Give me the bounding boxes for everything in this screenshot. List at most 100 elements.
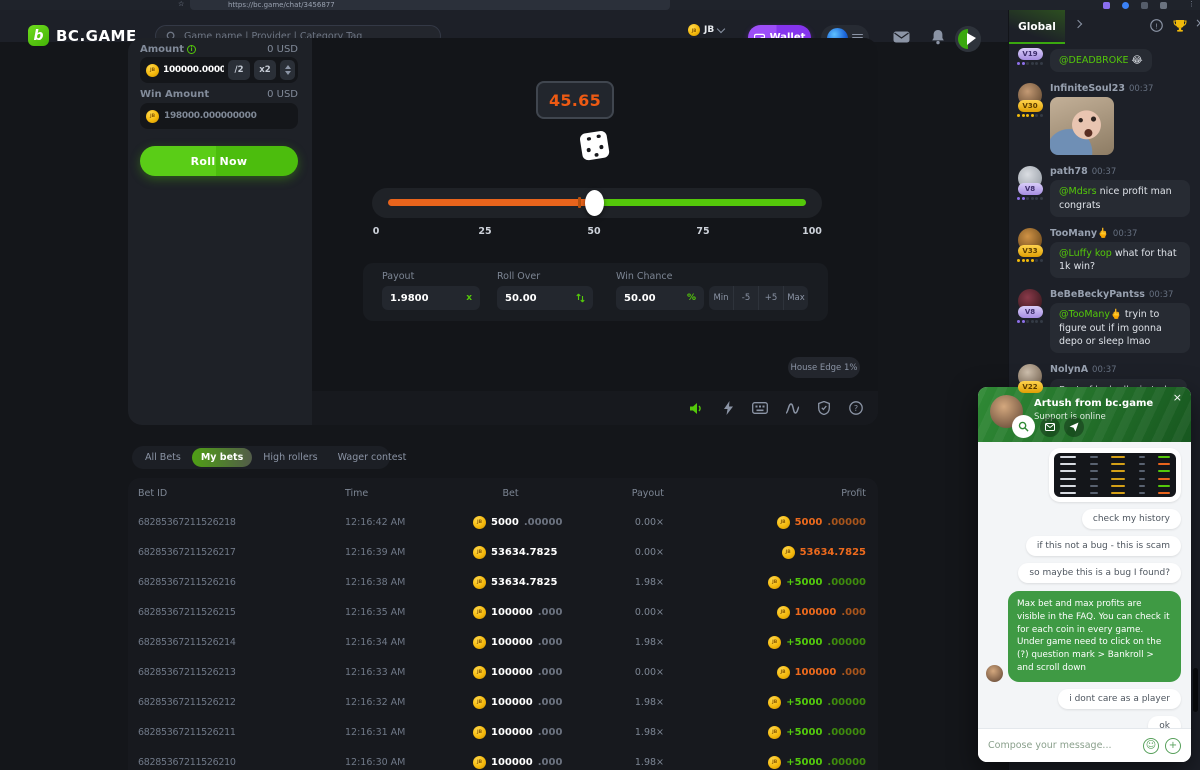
tab-my-bets[interactable]: My bets <box>192 448 252 467</box>
table-row[interactable]: 6828536721152621612:16:38 AMJB53634.7825… <box>128 568 878 598</box>
mail-icon[interactable] <box>893 31 910 43</box>
table-row[interactable]: 6828536721152621712:16:39 AMJB53634.7825… <box>128 538 878 568</box>
bet-profit: JB+5000.00000 <box>768 756 866 769</box>
payout-label: Payout <box>382 271 414 282</box>
win-chance-input[interactable]: 50.00 % <box>616 286 704 310</box>
scale-0: 0 <box>361 226 391 237</box>
chevron-down-icon <box>717 24 725 32</box>
turbo-icon[interactable] <box>720 400 736 416</box>
support-telegram-button[interactable] <box>1064 417 1084 437</box>
agent-avatar <box>986 665 1003 682</box>
extension-icon[interactable] <box>1103 2 1110 9</box>
chat-message: V33TooMany🖕00:37@Luffy kop what for that… <box>1017 228 1193 279</box>
sound-icon[interactable] <box>688 400 704 416</box>
tab-all-bets[interactable]: All Bets <box>136 448 190 467</box>
table-row[interactable]: 6828536721152621212:16:32 AMJB100000.000… <box>128 688 878 718</box>
compose-input[interactable]: Compose your message... <box>988 740 1137 751</box>
amount-stepper[interactable] <box>280 60 295 80</box>
bet-amount-input[interactable]: JB 100000.00000000 /2 x2 <box>140 57 298 83</box>
vip-badge: V8 <box>1018 183 1043 195</box>
support-user-bubble: check my history <box>1082 509 1181 529</box>
jb-coin-icon: JB <box>473 546 486 559</box>
bet-time: 12:16:38 AM <box>345 577 405 588</box>
chat-tab-global[interactable]: Global <box>1009 10 1065 44</box>
bet-payout: 0.00× <box>608 547 664 558</box>
fairness-icon[interactable] <box>816 400 832 416</box>
roll-over-value: 50.00 <box>505 293 537 304</box>
payout-input[interactable]: 1.9800 x <box>382 286 480 310</box>
support-close-icon[interactable]: × <box>1173 391 1182 404</box>
bcgame-logo[interactable]: b BC.GAME <box>28 25 137 46</box>
vip-progress <box>1017 320 1043 323</box>
double-bet-button[interactable]: x2 <box>254 60 276 80</box>
bet-time: 12:16:34 AM <box>345 637 405 648</box>
roll-now-button[interactable]: Roll Now <box>140 146 298 176</box>
jb-coin-icon: JB <box>473 696 486 709</box>
tab-high-rollers[interactable]: High rollers <box>254 448 326 467</box>
chat-info-icon[interactable]: ! <box>1150 19 1163 32</box>
jb-coin-icon: JB <box>146 64 159 77</box>
bet-payout: 1.98× <box>608 697 664 708</box>
vip-column: V8 <box>1017 166 1043 217</box>
page-scrollbar-thumb[interactable] <box>1193 668 1198 712</box>
plus-5-button[interactable]: +5 <box>758 286 783 310</box>
table-row[interactable]: 6828536721152621412:16:34 AMJB100000.000… <box>128 628 878 658</box>
bet-dim: .000 <box>538 697 563 708</box>
amount-usd: 0 USD <box>267 44 298 55</box>
bet-profit: JB+5000.00000 <box>768 696 866 709</box>
profit-main: 53634.7825 <box>800 547 866 558</box>
table-row[interactable]: 6828536721152621812:16:42 AMJB5000.00000… <box>128 508 878 538</box>
support-chat-launcher[interactable] <box>955 26 981 52</box>
roll-over-input[interactable]: 50.00 <box>497 286 593 310</box>
bet-profit: JB53634.7825 <box>782 546 866 559</box>
notifications-bell-icon[interactable] <box>931 29 945 45</box>
bcgame-logo-text: BC.GAME <box>56 27 137 45</box>
bets-table: Bet ID Time Bet Payout Profit 6828536721… <box>128 478 878 770</box>
table-row[interactable]: 6828536721152621512:16:35 AMJB100000.000… <box>128 598 878 628</box>
bet-payout: 1.98× <box>608 757 664 768</box>
chat-message-body: InfiniteSoul2300:37 <box>1050 83 1193 155</box>
emoji-icon[interactable]: ☺ <box>1143 738 1159 754</box>
chat-header: Global ! × <box>1009 10 1200 44</box>
chat-close-icon[interactable]: × <box>1195 16 1200 30</box>
amount-label: Amounti <box>140 44 196 55</box>
profit-main: +5000 <box>786 727 822 738</box>
mention-link: @Luffy kop <box>1059 248 1112 259</box>
support-search-button[interactable] <box>1012 415 1035 438</box>
chevron-right-icon[interactable] <box>1074 20 1082 28</box>
win-amount-input[interactable]: JB 198000.000000000 <box>140 103 298 129</box>
extension-icon[interactable] <box>1160 2 1167 9</box>
bet-id: 68285367211526210 <box>138 757 236 768</box>
bet-amount: JB5000.00000 <box>473 516 562 529</box>
table-row[interactable]: 6828536721152621112:16:31 AMJB100000.000… <box>128 718 878 748</box>
bet-payout: 0.00× <box>608 517 664 528</box>
extension-icon[interactable] <box>1141 2 1148 9</box>
bookmark-icon[interactable]: ☆ <box>178 0 184 8</box>
table-row[interactable]: 6828536721152621312:16:33 AMJB100000.000… <box>128 658 878 688</box>
support-email-button[interactable] <box>1040 417 1060 437</box>
bets-table-header: Bet ID Time Bet Payout Profit <box>128 478 878 508</box>
trends-icon[interactable] <box>784 400 800 416</box>
roll-slider-handle[interactable] <box>585 190 604 216</box>
min-button[interactable]: Min <box>709 286 733 310</box>
vip-progress <box>1017 259 1043 262</box>
bets-table-screenshot <box>1054 453 1176 497</box>
half-bet-button[interactable]: /2 <box>228 60 250 80</box>
support-user-bubble: i dont care as a player <box>1058 689 1181 709</box>
trophy-icon[interactable] <box>1173 19 1187 33</box>
attach-plus-icon[interactable]: + <box>1165 738 1181 754</box>
bet-main: 100000 <box>491 667 533 678</box>
table-row[interactable]: 6828536721152621012:16:30 AMJB100000.000… <box>128 748 878 770</box>
max-button[interactable]: Max <box>783 286 808 310</box>
url-bar[interactable]: https://bc.game/chat/3456877 <box>190 0 670 10</box>
svg-text:?: ? <box>854 404 858 413</box>
support-header: Artush from bc.game Support is online × <box>978 387 1191 442</box>
extension-icon[interactable] <box>1122 2 1129 9</box>
hotkeys-icon[interactable] <box>752 400 768 416</box>
browser-menu-icon[interactable]: ⋮ <box>1188 0 1195 8</box>
chat-message: V30InfiniteSoul2300:37 <box>1017 83 1193 155</box>
minus-5-button[interactable]: -5 <box>733 286 758 310</box>
tab-wager-contest[interactable]: Wager contest <box>329 448 416 467</box>
vip-column: V22 <box>1017 364 1043 395</box>
help-icon[interactable]: ? <box>848 400 864 416</box>
